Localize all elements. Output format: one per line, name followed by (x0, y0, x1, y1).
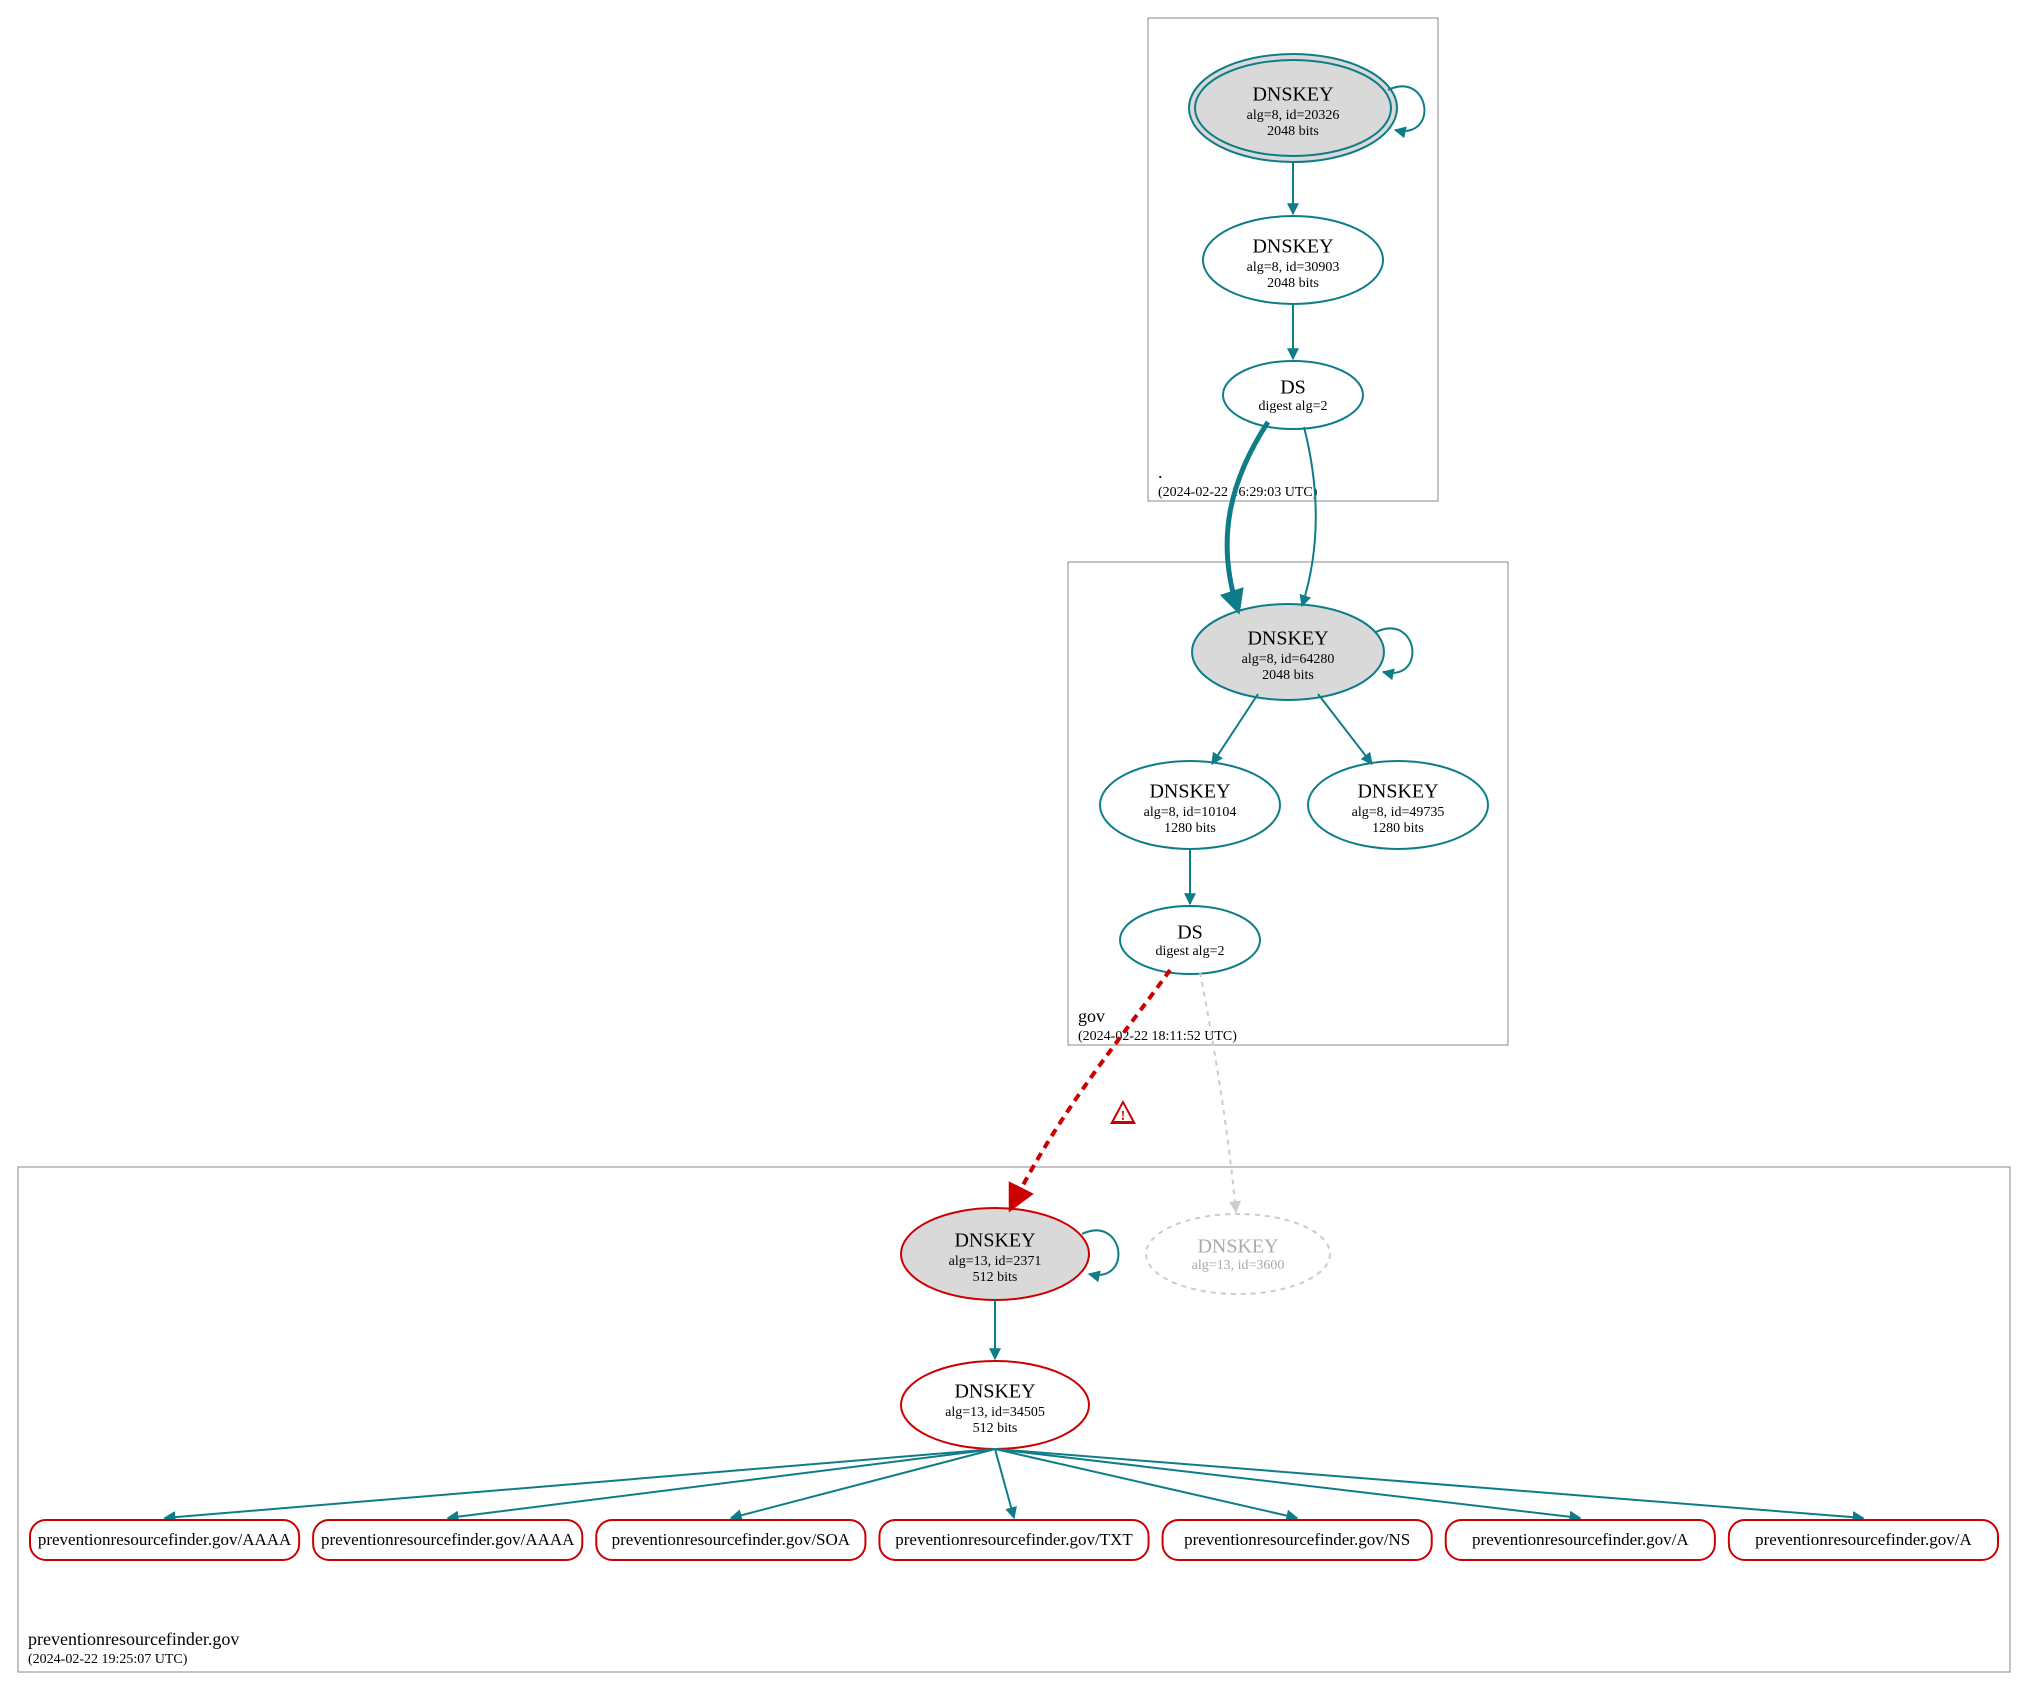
svg-text:1280 bits: 1280 bits (1372, 821, 1424, 836)
svg-text:alg=8, id=30903: alg=8, id=30903 (1247, 260, 1340, 275)
edge-rootds-govksk-thick (1227, 422, 1268, 610)
gov-ksk-node: DNSKEY alg=8, id=64280 2048 bits (1192, 604, 1384, 700)
svg-text:alg=8, id=64280: alg=8, id=64280 (1242, 652, 1335, 667)
prf-ghost-node: DNSKEY alg=13, id=3600 (1146, 1214, 1330, 1294)
svg-text:DNSKEY: DNSKEY (1252, 84, 1333, 106)
svg-text:alg=8, id=20326: alg=8, id=20326 (1247, 108, 1340, 123)
svg-text:!: ! (1121, 1109, 1126, 1124)
record-label: preventionresourcefinder.gov/NS (1184, 1530, 1410, 1549)
zone-prf-timestamp: (2024-02-22 19:25:07 UTC) (28, 1652, 188, 1667)
svg-text:2048 bits: 2048 bits (1267, 124, 1319, 139)
svg-text:DNSKEY: DNSKEY (1357, 781, 1438, 803)
zone-gov-label: gov (1078, 1006, 1105, 1026)
svg-text:DNSKEY: DNSKEY (954, 1381, 1035, 1403)
edge-prfzsk-record (995, 1449, 1580, 1518)
svg-text:alg=13, id=34505: alg=13, id=34505 (945, 1405, 1045, 1420)
gov-ds-node: DS digest alg=2 (1120, 906, 1260, 974)
svg-text:512 bits: 512 bits (973, 1270, 1018, 1285)
record-label: preventionresourcefinder.gov/AAAA (38, 1530, 292, 1549)
edge-prfzsk-record (165, 1449, 995, 1518)
record-label: preventionresourcefinder.gov/TXT (895, 1530, 1133, 1549)
gov-zsk1-node: DNSKEY alg=8, id=10104 1280 bits (1100, 761, 1280, 849)
warning-icon: ! (1110, 1100, 1136, 1124)
svg-text:2048 bits: 2048 bits (1262, 668, 1314, 683)
svg-text:DNSKEY: DNSKEY (1252, 236, 1333, 258)
zone-root: . (2024-02-22 16:29:03 UTC) DNSKEY alg=8… (1148, 18, 1438, 501)
svg-text:DNSKEY: DNSKEY (1197, 1236, 1278, 1258)
svg-text:alg=13, id=3600: alg=13, id=3600 (1192, 1258, 1285, 1273)
edge-prfzsk-record (995, 1449, 1297, 1518)
svg-text:alg=13, id=2371: alg=13, id=2371 (949, 1254, 1042, 1269)
svg-text:DS: DS (1280, 377, 1306, 399)
svg-text:alg=8, id=49735: alg=8, id=49735 (1352, 805, 1445, 820)
svg-text:digest alg=2: digest alg=2 (1156, 944, 1225, 959)
edge-prfzsk-record (995, 1449, 1014, 1518)
edge-govksk-zsk2 (1318, 694, 1372, 764)
edge-prfzsk-record (448, 1449, 995, 1518)
zone-root-label: . (1158, 462, 1163, 482)
edge-govds-prfghost (1200, 972, 1236, 1212)
svg-text:alg=8, id=10104: alg=8, id=10104 (1144, 805, 1237, 820)
svg-text:DNSKEY: DNSKEY (1149, 781, 1230, 803)
edge-govksk-zsk1 (1212, 694, 1258, 764)
svg-text:digest alg=2: digest alg=2 (1259, 399, 1328, 414)
svg-text:DS: DS (1177, 922, 1203, 944)
root-ksk-node: DNSKEY alg=8, id=20326 2048 bits (1189, 54, 1397, 162)
prf-zsk-node: DNSKEY alg=13, id=34505 512 bits (901, 1361, 1089, 1449)
root-ds-node: DS digest alg=2 (1223, 361, 1363, 429)
prf-ksk-node: DNSKEY alg=13, id=2371 512 bits (901, 1208, 1089, 1300)
zone-gov: gov (2024-02-22 18:11:52 UTC) DNSKEY alg… (1068, 562, 1508, 1045)
zone-prf: preventionresourcefinder.gov (2024-02-22… (18, 1167, 2010, 1672)
svg-text:512 bits: 512 bits (973, 1421, 1018, 1436)
gov-zsk2-node: DNSKEY alg=8, id=49735 1280 bits (1308, 761, 1488, 849)
svg-text:1280 bits: 1280 bits (1164, 821, 1216, 836)
svg-text:2048 bits: 2048 bits (1267, 276, 1319, 291)
edge-prfzsk-record (995, 1449, 1863, 1518)
root-zsk-node: DNSKEY alg=8, id=30903 2048 bits (1203, 216, 1383, 304)
edge-rootds-govksk-thin (1302, 427, 1316, 606)
dnssec-diagram: . (2024-02-22 16:29:03 UTC) DNSKEY alg=8… (0, 0, 2028, 1690)
zone-prf-label: preventionresourcefinder.gov (28, 1629, 239, 1649)
record-label: preventionresourcefinder.gov/SOA (612, 1530, 851, 1549)
records-row: preventionresourcefinder.gov/AAAA prevent… (30, 1520, 1998, 1560)
svg-text:DNSKEY: DNSKEY (1247, 628, 1328, 650)
record-label: preventionresourcefinder.gov/AAAA (321, 1530, 575, 1549)
record-label: preventionresourcefinder.gov/A (1472, 1530, 1689, 1549)
record-label: preventionresourcefinder.gov/A (1755, 1530, 1972, 1549)
svg-text:DNSKEY: DNSKEY (954, 1230, 1035, 1252)
